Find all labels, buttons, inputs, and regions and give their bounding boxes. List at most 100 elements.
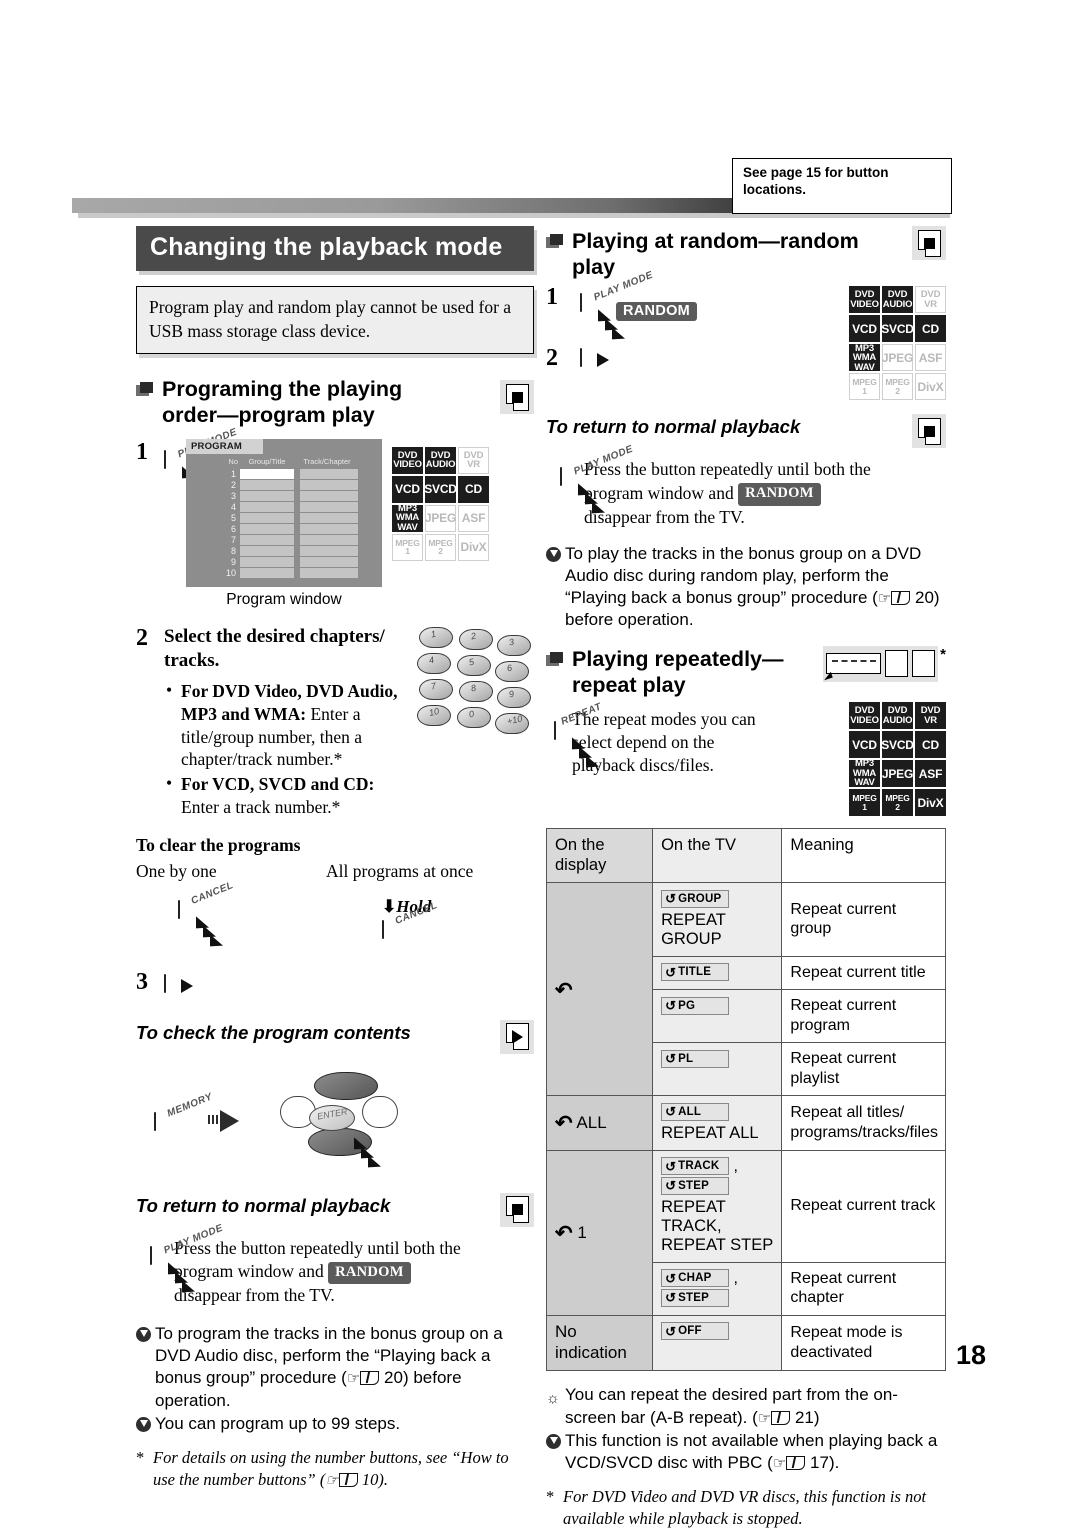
tv-indicator-cell: ↺ CHAP , ↺ STEP (652, 1261, 783, 1316)
stop-page-icon (500, 1192, 534, 1227)
repeat-title-line2: repeat play (572, 672, 686, 697)
program-row-group-field[interactable] (240, 501, 294, 512)
up-arrow-pad[interactable] (314, 1071, 378, 1100)
number-key-+10[interactable]: +10 (495, 712, 529, 734)
bullet-dvd-formats: For DVD Video, DVD Audio, MP3 and WMA: E… (164, 679, 413, 771)
enter-button-pad[interactable]: ENTER (309, 1104, 355, 1131)
program-row-track-field[interactable] (300, 501, 358, 512)
program-row-track-field[interactable] (300, 490, 358, 501)
note-99-steps: You can program up to 99 steps. (136, 1413, 534, 1435)
return-normal-heading-right: To return to normal playback (546, 416, 801, 438)
play-mode-button-icon[interactable]: PLAY MODE (580, 270, 655, 346)
number-key-5[interactable]: 5 (457, 654, 491, 676)
table-header-cell: Meaning (781, 828, 946, 884)
program-row-group-field[interactable] (240, 534, 294, 545)
sheet-icon (505, 1023, 529, 1051)
number-key-1[interactable]: 1 (419, 626, 453, 648)
number-key-6[interactable]: 6 (495, 660, 529, 682)
number-key-2[interactable]: 2 (459, 628, 493, 650)
program-row[interactable]: 4 (186, 501, 382, 512)
disc-badge: VCD (849, 315, 880, 343)
program-row-track-field[interactable] (300, 567, 358, 578)
random-title-line2: play (572, 255, 616, 280)
display-indicator-cell: No indication (545, 1314, 654, 1372)
play-mode-button-icon[interactable]: PLAY MODE (150, 1222, 225, 1307)
tv-indicator-chip: ↺ PL (661, 1049, 730, 1068)
program-row-number: 10 (225, 567, 236, 578)
program-row-track-field[interactable] (300, 468, 358, 479)
tv-indicator-chip: ↺ CHAP (661, 1269, 730, 1288)
bullet-vcd-text: Enter a track number.* (181, 796, 341, 817)
disc-badge: JPEG (882, 344, 913, 372)
number-key-8[interactable]: 8 (459, 680, 493, 702)
memory-button-icon[interactable]: MEMORY (154, 1092, 214, 1132)
program-row-group-field[interactable] (240, 567, 294, 578)
tv-indicator-cell: ↺ ALL REPEAT ALL (652, 1095, 783, 1151)
clear-all-label: All programs at once (326, 860, 474, 881)
right-arrow-pad[interactable] (362, 1095, 398, 1128)
program-row-group-field[interactable] (240, 479, 294, 490)
program-row[interactable]: 1 (186, 468, 382, 479)
step-2-number: 2 (136, 624, 148, 651)
note-ab-b: ) (813, 1407, 820, 1427)
enter-button-label: ENTER (316, 1106, 349, 1122)
page-reference-icon: ☞ (758, 1407, 791, 1429)
number-key-7[interactable]: 7 (419, 678, 453, 700)
number-key-4[interactable]: 4 (417, 652, 451, 674)
number-key-9[interactable]: 9 (497, 686, 531, 708)
program-row-group-field[interactable] (240, 523, 294, 534)
program-row[interactable]: 5 (186, 512, 382, 523)
program-row[interactable]: 10 (186, 567, 382, 578)
program-row[interactable]: 8 (186, 545, 382, 556)
col-header-group: Group/Title (248, 456, 286, 466)
program-row[interactable]: 9 (186, 556, 382, 567)
meaning-cell: Repeat all titles/programs/tracks/files (781, 1095, 946, 1151)
cancel-button-icon[interactable]: CANCEL (178, 880, 235, 952)
program-row-track-field[interactable] (300, 534, 358, 545)
clear-programs-heading: To clear the programs (136, 834, 301, 855)
number-key-3[interactable]: 3 (497, 634, 531, 656)
program-row[interactable]: 2 (186, 479, 382, 490)
display-indicator-cell: ↶ ALL (545, 1095, 654, 1151)
program-window-figure: PROGRAM No Group/Title Track/Chapter 123… (186, 438, 382, 609)
number-buttons-icon[interactable]: 1 2 3 4 5 6 7 8 9 10 0 +10 (417, 626, 534, 735)
random-indicator-chip: RANDOM (738, 483, 821, 506)
program-row[interactable]: 7 (186, 534, 382, 545)
bullet-dvd-label: For DVD Video, DVD Audio, MP3 and WMA: (181, 681, 398, 724)
program-row-track-field[interactable] (300, 523, 358, 534)
program-row-group-field[interactable] (240, 468, 294, 479)
step-2-bullets: For DVD Video, DVD Audio, MP3 and WMA: E… (164, 679, 413, 819)
program-row-group-field[interactable] (240, 556, 294, 567)
random-step-1-number: 1 (546, 284, 558, 311)
note-bonus-group-program: To program the tracks in the bonus group… (136, 1323, 534, 1412)
number-key-10[interactable]: 10 (417, 704, 451, 726)
play-button-icon[interactable] (580, 348, 609, 368)
program-row-group-field[interactable] (240, 490, 294, 501)
disc-badge: VCD (849, 731, 880, 759)
cancel-hold-button-icon[interactable]: CANCEL (382, 900, 439, 939)
program-row[interactable]: 6 (186, 523, 382, 534)
number-key-0[interactable]: 0 (457, 706, 491, 728)
play-mode-button-icon[interactable]: PLAY MODE (560, 444, 635, 528)
press-repeatedly-icon (168, 1262, 210, 1298)
program-row-track-field[interactable] (300, 545, 358, 556)
footnote-number-buttons: * For details on using the number button… (136, 1447, 534, 1491)
program-row-track-field[interactable] (300, 556, 358, 567)
footnote-dvd-vr-text: For DVD Video and DVD VR discs, this fun… (563, 1487, 927, 1528)
page-reference-icon: ☞ (325, 1469, 358, 1492)
disc-badge: DVD AUDIO (425, 446, 456, 474)
program-row-group-field[interactable] (240, 512, 294, 523)
play-mode-button-icon[interactable]: PLAY MODE (164, 426, 239, 502)
program-row-group-field[interactable] (240, 545, 294, 556)
program-row[interactable]: 3 (186, 490, 382, 501)
cursor-enter-cluster-icon[interactable]: ENTER (262, 1068, 422, 1173)
program-row-track-field[interactable] (300, 479, 358, 490)
repeat-button-icon[interactable]: REPEAT (554, 702, 603, 816)
disc-badge: CD (915, 315, 946, 343)
play-button-icon[interactable] (164, 973, 193, 993)
number-key-label: 8 (470, 682, 478, 694)
display-indicator-cell: ↶ (545, 882, 654, 1097)
press-repeatedly-icon (354, 1137, 396, 1173)
number-key-label: 1 (430, 628, 438, 640)
program-row-track-field[interactable] (300, 512, 358, 523)
